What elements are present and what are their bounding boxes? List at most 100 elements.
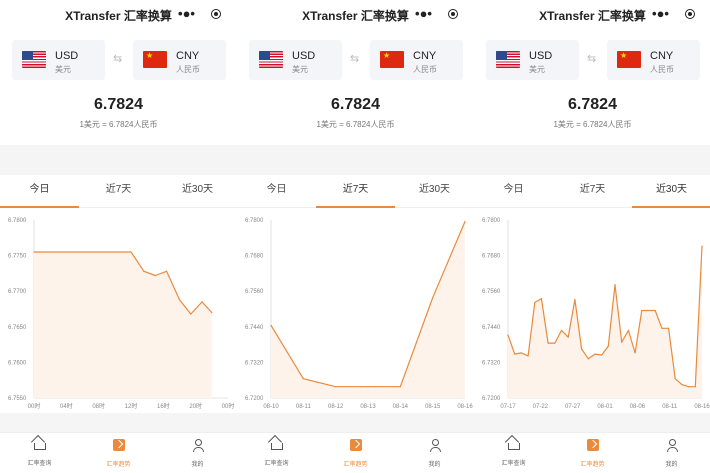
from-currency-selector[interactable]: USD 美元 (486, 40, 579, 80)
more-menu-icon[interactable]: •●• (415, 7, 432, 20)
swap-icon[interactable]: ⇆ (350, 52, 359, 65)
data-point (190, 313, 192, 315)
y-tick-label: 6.7680 (482, 254, 501, 260)
close-mini-program-icon[interactable] (448, 9, 458, 19)
from-currency-code: USD (529, 50, 553, 62)
x-tick-label: 08-13 (360, 404, 376, 410)
tab-today[interactable]: 今日 (474, 175, 553, 207)
period-tabs: 今日 近7天 近30天 (0, 175, 237, 208)
converter-panel: USD 美元 ⇆ ★ CNY 人民币 6.7824 1美元 = 6.7824人民… (474, 30, 710, 145)
app-title: XTransfer 汇率换算 (539, 8, 646, 23)
nav-rate-trend[interactable]: 汇率趋势 (553, 433, 632, 473)
x-tick-label: 12时 (125, 402, 138, 410)
home-icon (507, 443, 520, 450)
nav-rate-query[interactable]: 汇率查询 (474, 433, 553, 473)
nav-label: 汇率查询 (27, 461, 52, 467)
x-tick-label: 07-17 (500, 404, 516, 410)
tab-30-days[interactable]: 近30天 (158, 175, 237, 207)
data-point (154, 274, 156, 277)
data-point (614, 284, 616, 286)
x-tick-label: 08时 (92, 402, 105, 410)
close-mini-program-icon[interactable] (685, 9, 695, 19)
from-currency-selector[interactable]: USD 美元 (12, 40, 105, 80)
data-point (33, 251, 35, 253)
series-area (34, 252, 212, 398)
trend-icon (349, 439, 362, 451)
tab-30-days[interactable]: 近30天 (395, 175, 474, 207)
more-menu-icon[interactable]: •●• (652, 7, 669, 20)
to-currency-name: 人民币 (413, 65, 437, 74)
trend-icon (586, 439, 599, 451)
data-point (117, 251, 119, 253)
more-menu-icon[interactable]: •●• (178, 7, 195, 20)
exchange-rate-description: 1美元 = 6.7824人民币 (553, 120, 632, 129)
data-point (178, 299, 181, 301)
data-point (688, 386, 690, 388)
data-point (520, 352, 522, 354)
nav-label: 汇率趋势 (343, 462, 368, 468)
data-point (560, 329, 563, 331)
data-point (464, 220, 466, 223)
nav-rate-query[interactable]: 汇率查询 (237, 433, 316, 473)
tab-7-days[interactable]: 近7天 (316, 175, 395, 208)
nav-label: 我的 (428, 462, 441, 468)
x-tick-label: 08-11 (662, 404, 678, 410)
data-point (367, 386, 369, 388)
nav-mine[interactable]: 我的 (158, 433, 237, 473)
nav-mine[interactable]: 我的 (395, 433, 474, 473)
exchange-rate-description: 1美元 = 6.7824人民币 (79, 120, 158, 129)
nav-rate-query[interactable]: 汇率查询 (0, 433, 79, 473)
to-currency-selector[interactable]: ★ CNY 人民币 (607, 40, 700, 80)
bottom-navigation: 汇率查询 汇率趋势 我的 (237, 432, 474, 473)
app-title: XTransfer 汇率换算 (302, 8, 409, 23)
chart-svg: 6.7800 6.7680 6.7560 6.7440 6.7320 6.7200 07-1… (482, 218, 710, 410)
data-point (627, 329, 630, 331)
data-point (574, 298, 576, 301)
x-tick-label: 07-27 (565, 404, 581, 410)
rate-trend-chart: 6.7800 6.7750 6.7700 6.7650 6.7600 6.7550 00时 0… (0, 208, 237, 413)
tab-today[interactable]: 今日 (237, 175, 316, 207)
x-tick-label: 00时 (222, 402, 235, 410)
y-tick-label: 6.7800 (482, 218, 501, 224)
phone-screen: XTransfer 汇率换算 •●• USD 美元 ⇆ ★ CNY 人民币 6.… (237, 0, 474, 473)
from-currency-selector[interactable]: USD 美元 (249, 40, 342, 80)
tab-7-days[interactable]: 近7天 (79, 175, 158, 207)
swap-icon[interactable]: ⇆ (113, 52, 122, 65)
tab-30-days[interactable]: 近30天 (632, 175, 710, 208)
data-point (634, 352, 636, 354)
x-tick-label: 08-15 (425, 404, 441, 410)
y-tick-label: 6.7560 (482, 289, 501, 295)
nav-rate-trend[interactable]: 汇率趋势 (79, 433, 158, 473)
bottom-navigation: 汇率查询 汇率趋势 我的 (0, 432, 237, 473)
to-currency-selector[interactable]: ★ CNY 人民币 (370, 40, 463, 80)
tab-7-days[interactable]: 近7天 (553, 175, 632, 207)
rate-trend-chart: 6.7800 6.7680 6.7560 6.7440 6.7320 6.7200 07-1… (474, 208, 710, 413)
x-tick-label: 04时 (60, 402, 73, 410)
tab-today[interactable]: 今日 (0, 175, 79, 208)
data-point (130, 251, 132, 253)
data-point (701, 245, 703, 247)
trend-icon (112, 439, 125, 451)
close-mini-program-icon[interactable] (211, 9, 221, 19)
y-tick-label: 6.7320 (245, 360, 264, 366)
data-point (335, 386, 337, 388)
china-flag-icon: ★ (380, 51, 404, 68)
to-currency-selector[interactable]: ★ CNY 人民币 (133, 40, 226, 80)
period-tabs: 今日 近7天 近30天 (237, 175, 474, 208)
data-point (540, 298, 543, 300)
x-tick-label: 08-11 (296, 404, 312, 410)
nav-rate-trend[interactable]: 汇率趋势 (316, 433, 395, 473)
x-tick-label: 08-06 (630, 404, 646, 410)
from-currency-name: 美元 (292, 65, 308, 74)
data-point (527, 355, 529, 357)
data-point (641, 309, 643, 312)
data-point (432, 297, 434, 299)
data-point (607, 345, 609, 347)
nav-label: 我的 (191, 462, 204, 468)
swap-icon[interactable]: ⇆ (587, 52, 596, 65)
data-point (587, 358, 589, 360)
y-tick-label: 6.7200 (482, 396, 501, 402)
nav-mine[interactable]: 我的 (632, 433, 710, 473)
phone-screen: XTransfer 汇率换算 •●• USD 美元 ⇆ ★ CNY 人民币 6.… (0, 0, 237, 473)
x-tick-label: 20时 (189, 402, 202, 410)
